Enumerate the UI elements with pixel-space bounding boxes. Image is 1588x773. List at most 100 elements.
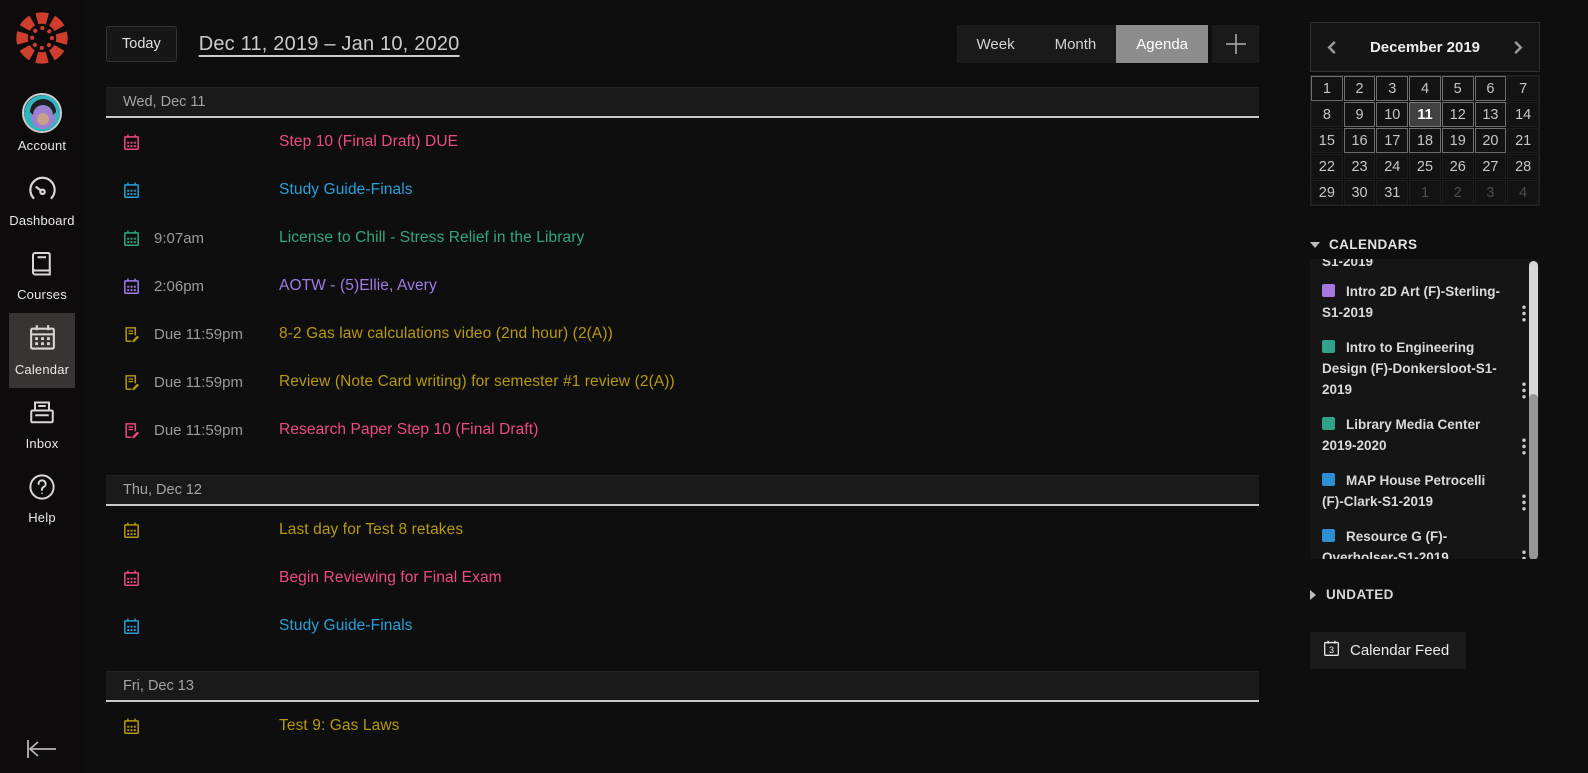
sidebar-item-dashboard[interactable]: Dashboard [9,164,75,239]
agenda-event-row[interactable]: 2:06pm AOTW - (5)Ellie, Avery [106,262,1259,310]
date-range-heading[interactable]: Dec 11, 2019 – Jan 10, 2020 [199,33,460,56]
calendar-list-item[interactable]: Library Media Center 2019-2020 [1322,406,1526,462]
agenda-day-header: Thu, Dec 12 [106,475,1259,506]
chevron-right-icon [1310,589,1316,600]
mini-calendar-day-20[interactable]: 20 [1474,128,1507,153]
mini-calendar-day-1[interactable]: 1 [1311,76,1343,101]
calendar-color-swatch [1322,284,1335,297]
mini-calendar-day-2[interactable]: 2 [1343,76,1376,101]
view-button-week[interactable]: Week [956,25,1035,63]
canvas-logo[interactable] [13,0,71,83]
view-button-month[interactable]: Month [1034,25,1117,63]
mini-calendar-day-3-next-month[interactable]: 3 [1474,180,1507,205]
agenda-event-row[interactable]: 9:07am License to Chill - Stress Relief i… [106,214,1259,262]
mini-calendar-day-29[interactable]: 29 [1311,180,1343,205]
agenda-day-section: Wed, Dec 11 Step 10 (Final Draft) DUE Stud… [106,87,1259,454]
sidebar-item-help[interactable]: Help [9,462,74,536]
mini-calendar-day-14[interactable]: 14 [1507,102,1539,127]
sidebar-item-calendar[interactable]: Calendar [9,313,75,388]
calendar-list-item[interactable]: MAP House Petrocelli (F)-Clark-S1-2019 [1322,462,1526,518]
mini-calendar-day-13[interactable]: 13 [1474,102,1507,127]
mini-calendar-day-25[interactable]: 25 [1409,154,1441,179]
agenda-event-row[interactable]: Study Guide-Finals [106,602,1259,650]
kebab-menu-button[interactable] [1522,382,1526,399]
sidebar-item-account[interactable]: Account [9,83,74,164]
mini-calendar-day-3[interactable]: 3 [1376,76,1409,101]
sidebar-item-courses[interactable]: Courses [9,239,74,313]
next-month-button[interactable] [1513,40,1523,55]
mini-calendar-day-4-next-month[interactable]: 4 [1507,180,1539,205]
kebab-menu-button[interactable] [1522,438,1526,455]
mini-calendar-day-30[interactable]: 30 [1343,180,1376,205]
sidebar-item-label: Help [28,510,56,525]
agenda-day-section: Fri, Dec 13 Test 9: Gas Laws [106,671,1259,750]
agenda-event-row[interactable]: Begin Reviewing for Final Exam [106,554,1259,602]
undated-section-toggle[interactable]: UNDATED [1310,587,1540,602]
kebab-menu-button[interactable] [1522,305,1526,322]
event-title: Last day for Test 8 retakes [279,521,464,538]
mini-calendar-day-21[interactable]: 21 [1507,128,1539,153]
sidebar-item-label: Dashboard [9,213,75,228]
mini-calendar-day-18[interactable]: 18 [1409,128,1441,153]
calendar-list-item[interactable]: Resource G (F)-Overholser-S1-2019 [1322,518,1526,559]
kebab-menu-button[interactable] [1522,494,1526,511]
calendar-color-swatch [1322,529,1335,542]
inbox-icon [27,398,57,431]
mini-calendar-day-15[interactable]: 15 [1311,128,1343,153]
kebab-menu-button[interactable] [1522,550,1526,559]
calendars-list: S1-2019 Intro 2D Art (F)-Sterling-S1-2019… [1310,259,1540,559]
mini-calendar-day-5[interactable]: 5 [1441,76,1474,101]
agenda-list: Wed, Dec 11 Step 10 (Final Draft) DUE Stud… [106,87,1310,750]
mini-calendar-day-11[interactable]: 11 [1409,102,1441,127]
event-time: 2:06pm [154,277,205,295]
sidebar-item-label: Account [17,138,67,153]
calendar-icon [27,323,58,357]
agenda-event-row[interactable]: Due 11:59pm Research Paper Step 10 (Final… [106,406,1259,454]
mini-calendar-day-10[interactable]: 10 [1376,102,1409,127]
calendar-feed-button[interactable]: 3 Calendar Feed [1310,632,1467,669]
collapse-nav-button[interactable] [0,738,84,760]
calendar-list-item-clipped[interactable]: S1-2019 [1322,259,1510,273]
calendar-event-icon [123,182,140,199]
calendar-list-item[interactable]: Intro 2D Art (F)-Sterling-S1-2019 [1322,273,1526,329]
mini-calendar-day-23[interactable]: 23 [1343,154,1376,179]
agenda-event-row[interactable]: Last day for Test 8 retakes [106,506,1259,554]
sidebar-item-inbox[interactable]: Inbox [9,388,74,462]
mini-calendar-day-22[interactable]: 22 [1311,154,1343,179]
mini-calendar-day-27[interactable]: 27 [1474,154,1507,179]
agenda-event-row[interactable]: Study Guide-Finals [106,166,1259,214]
agenda-event-row[interactable]: Due 11:59pm Review (Note Card writing) fo… [106,358,1259,406]
mini-calendar-day-24[interactable]: 24 [1376,154,1409,179]
mini-calendar-day-16[interactable]: 16 [1343,128,1376,153]
mini-calendar-day-31[interactable]: 31 [1376,180,1409,205]
calendars-section-toggle[interactable]: CALENDARS [1310,237,1540,252]
add-event-button[interactable] [1212,25,1259,63]
previous-month-button[interactable] [1327,40,1337,55]
mini-calendar-day-12[interactable]: 12 [1441,102,1474,127]
agenda-event-row[interactable]: Step 10 (Final Draft) DUE [106,118,1259,166]
mini-calendar-day-2-next-month[interactable]: 2 [1441,180,1474,205]
event-time: 9:07am [154,229,205,247]
today-button[interactable]: Today [106,26,177,62]
view-button-agenda[interactable]: Agenda [1116,25,1208,63]
assignment-icon [125,374,139,390]
mini-calendar-day-28[interactable]: 28 [1507,154,1539,179]
agenda-event-row[interactable]: Test 9: Gas Laws [106,702,1259,750]
mini-calendar-day-9[interactable]: 9 [1343,102,1376,127]
calendar-list-item[interactable]: Intro to Engineering Design (F)-Donkersl… [1322,329,1526,406]
mini-calendar-day-7[interactable]: 7 [1507,76,1539,101]
calendar-list-item-label: S1-2019 [1322,259,1374,269]
mini-calendar-day-19[interactable]: 19 [1441,128,1474,153]
calendar-event-icon [123,230,140,247]
mini-calendar-day-6[interactable]: 6 [1474,76,1507,101]
mini-calendar-day-4[interactable]: 4 [1409,76,1441,101]
mini-calendar-day-1-next-month[interactable]: 1 [1409,180,1441,205]
mini-calendar-day-8[interactable]: 8 [1311,102,1343,127]
calendar-toolbar: Today Dec 11, 2019 – Jan 10, 2020 Week Mo… [106,25,1310,63]
calendars-scrollbar-thumb[interactable] [1529,394,1538,559]
mini-calendar-day-26[interactable]: 26 [1441,154,1474,179]
courses-icon [27,249,57,282]
mini-calendar-day-17[interactable]: 17 [1376,128,1409,153]
sidebar-item-label: Calendar [14,362,70,377]
agenda-event-row[interactable]: Due 11:59pm 8-2 Gas law calculations vide… [106,310,1259,358]
